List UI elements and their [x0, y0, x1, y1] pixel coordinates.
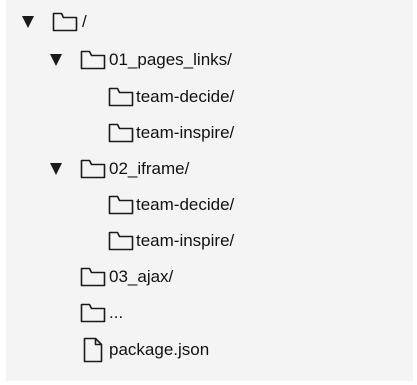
- tree-row-more[interactable]: ...: [6, 295, 406, 331]
- tree-item-label: /: [82, 12, 87, 31]
- tree-item-label: team-decide/: [136, 195, 235, 214]
- tree-row-01-pages-links[interactable]: 01_pages_links/: [6, 42, 406, 78]
- tree-row-team-decide[interactable]: team-decide/: [6, 79, 406, 115]
- folder-icon: [52, 11, 78, 33]
- expanded-toggle-icon[interactable]: [50, 163, 62, 175]
- tree-item-label: 01_pages_links/: [109, 50, 232, 69]
- tree-item-label: 03_ajax/: [109, 267, 174, 286]
- tree-item-label: team-inspire/: [136, 123, 235, 142]
- expanded-toggle-icon[interactable]: [22, 16, 34, 28]
- tree-row-team-inspire[interactable]: team-inspire/: [6, 223, 406, 259]
- folder-icon: [80, 302, 106, 324]
- folder-icon: [80, 158, 106, 180]
- tree-row-03-ajax[interactable]: 03_ajax/: [6, 259, 406, 295]
- tree-item-label: team-decide/: [136, 87, 235, 106]
- tree-item-label: 02_iframe/: [109, 159, 190, 178]
- folder-icon: [108, 230, 134, 252]
- file-icon: [82, 337, 104, 363]
- folder-icon: [108, 122, 134, 144]
- file-tree-panel: / 01_pages_links/ team-decide/ team-insp…: [6, 0, 413, 381]
- tree-item-label: ...: [109, 303, 124, 322]
- tree-row-package-json[interactable]: package.json: [6, 332, 406, 368]
- folder-icon: [80, 49, 106, 71]
- tree-row-02-iframe[interactable]: 02_iframe/: [6, 151, 406, 187]
- folder-icon: [108, 86, 134, 108]
- expanded-toggle-icon[interactable]: [50, 54, 62, 66]
- tree-row-root[interactable]: /: [6, 4, 406, 40]
- tree-item-label: package.json: [109, 340, 210, 359]
- tree-row-team-decide[interactable]: team-decide/: [6, 187, 406, 223]
- tree-row-team-inspire[interactable]: team-inspire/: [6, 115, 406, 151]
- folder-icon: [80, 266, 106, 288]
- tree-item-label: team-inspire/: [136, 231, 235, 250]
- folder-icon: [108, 194, 134, 216]
